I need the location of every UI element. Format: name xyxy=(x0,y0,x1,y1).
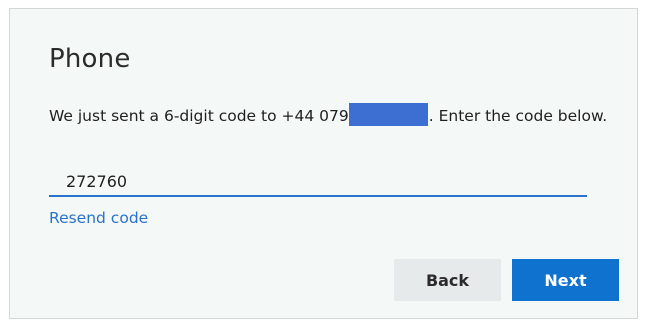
back-button[interactable]: Back xyxy=(394,259,501,301)
redacted-phone-number xyxy=(348,103,428,126)
phone-verification-card: Phone We just sent a 6-digit code to +44… xyxy=(9,8,638,319)
verification-code-input[interactable] xyxy=(49,167,587,197)
page: Phone We just sent a 6-digit code to +44… xyxy=(0,0,649,329)
message-suffix: . Enter the code below. xyxy=(428,107,608,125)
next-button[interactable]: Next xyxy=(512,259,619,301)
dialog-title: Phone xyxy=(49,44,131,74)
verification-message: We just sent a 6-digit code to +44 079 . … xyxy=(49,103,609,127)
resend-code-link[interactable]: Resend code xyxy=(49,209,148,227)
message-prefix: We just sent a 6-digit code to +44 079 xyxy=(49,107,349,125)
